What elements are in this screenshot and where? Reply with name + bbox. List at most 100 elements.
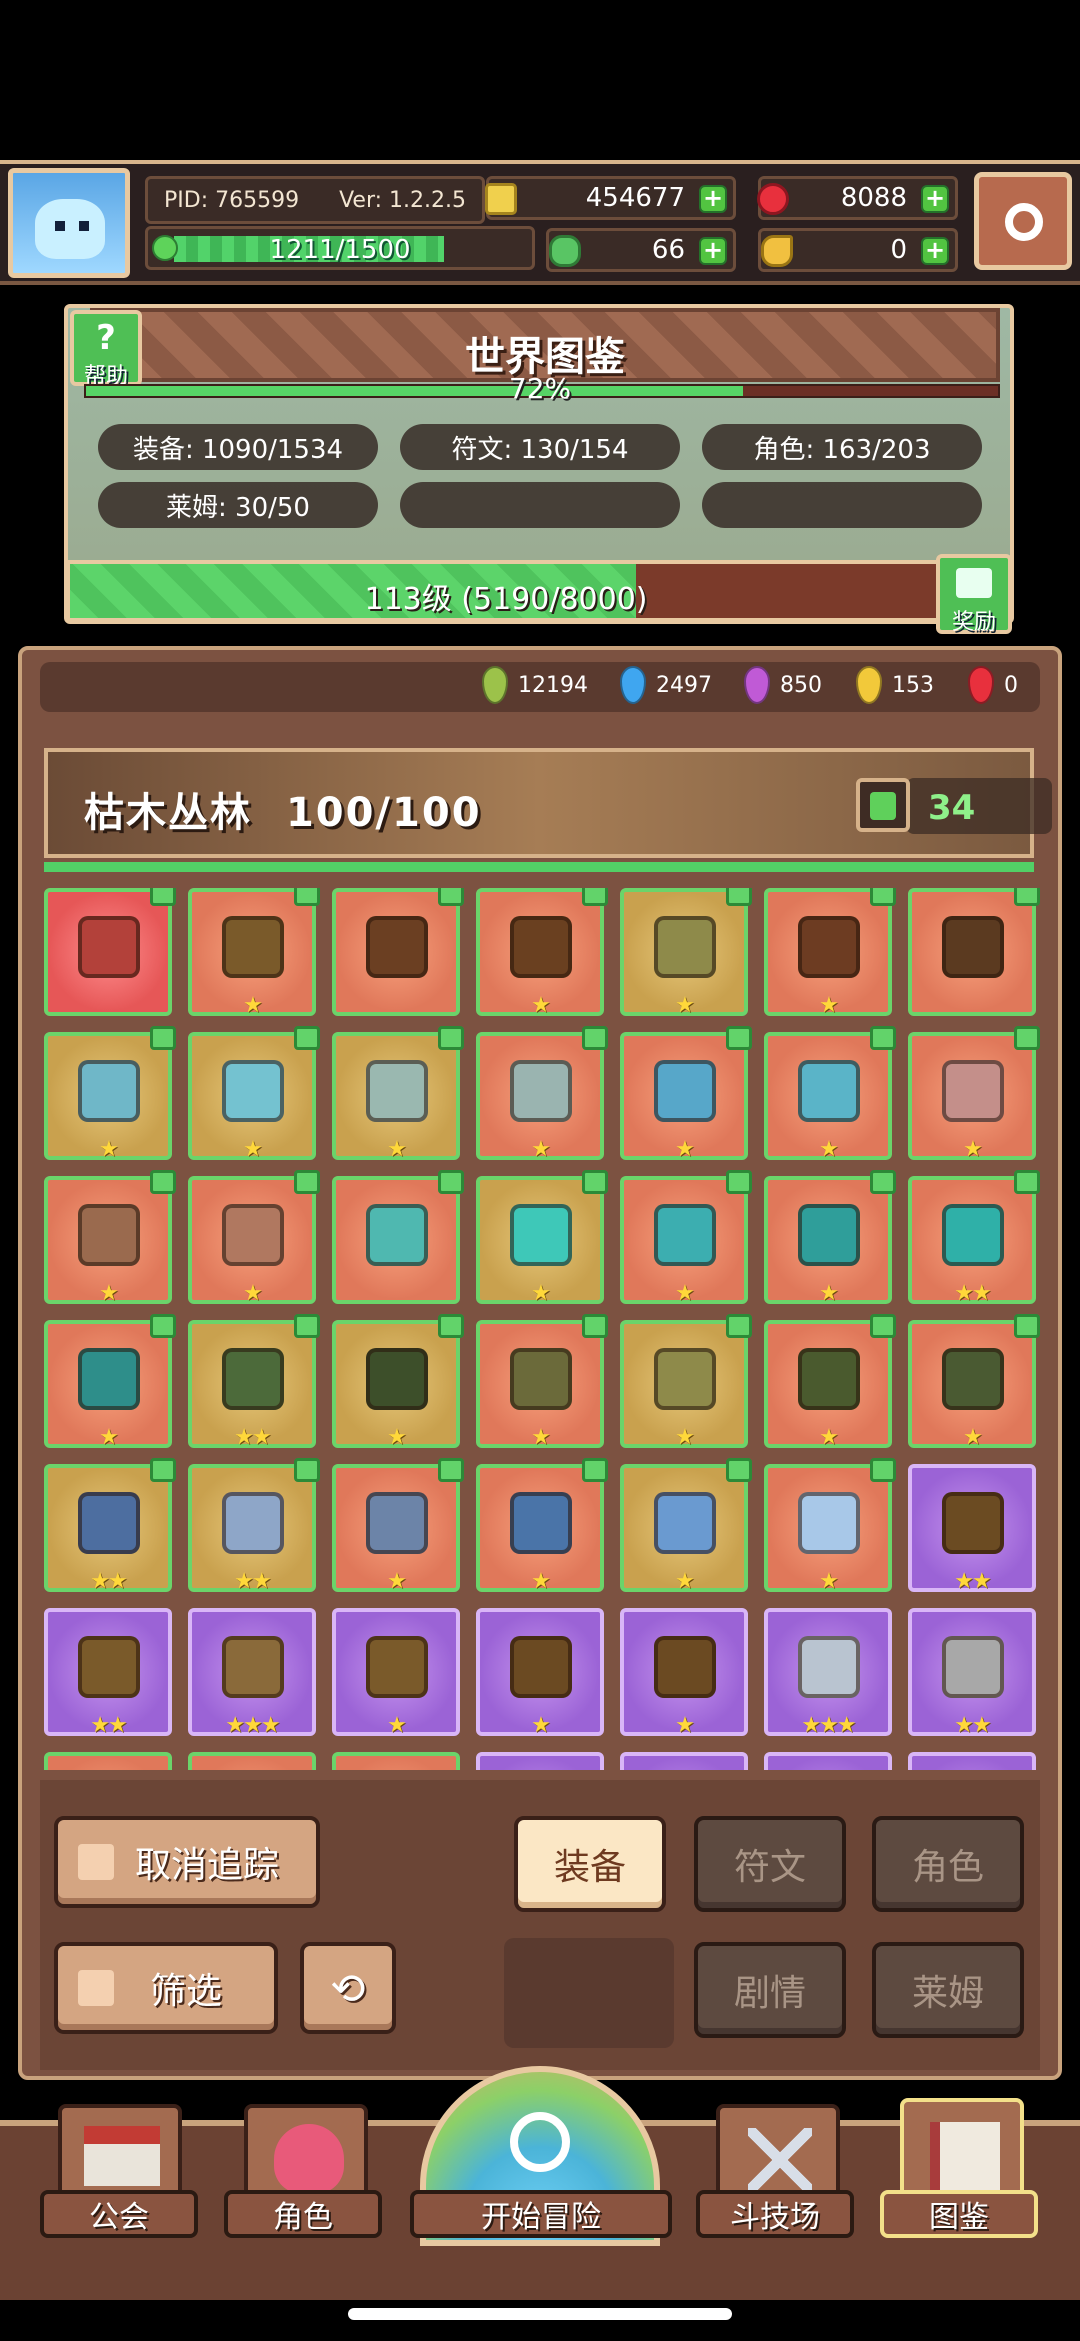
equipment-item-icon: [510, 1492, 572, 1554]
equipment-slot[interactable]: ★: [476, 1608, 604, 1738]
item-rarity-stars: ★: [819, 1425, 839, 1450]
item-rarity-stars: ★: [963, 1425, 983, 1450]
equipment-slot[interactable]: ★: [764, 1458, 896, 1594]
equipment-slot[interactable]: ★: [620, 1170, 752, 1306]
add-coins-button[interactable]: +: [699, 185, 727, 213]
tab-story[interactable]: 剧情: [694, 1942, 846, 2038]
status-bar: [0, 0, 1080, 160]
equipment-slot[interactable]: ★: [188, 1026, 320, 1162]
untrack-button[interactable]: 取消追踪: [54, 1816, 320, 1908]
gem-purple-value: 850: [780, 672, 822, 698]
equipment-slot[interactable]: ★: [332, 1026, 464, 1162]
tab-story-label: 剧情: [733, 1973, 806, 2014]
equipment-slot[interactable]: [188, 1752, 316, 1770]
refresh-icon: ⟲: [330, 1963, 366, 2013]
equipment-slot[interactable]: ★: [908, 1314, 1040, 1450]
player-avatar[interactable]: [8, 168, 130, 278]
equipment-item-icon: [798, 1636, 860, 1698]
settings-button[interactable]: [974, 172, 1072, 270]
equipment-slot[interactable]: ★★: [908, 1608, 1036, 1738]
ruby-counter: 8088 +: [757, 176, 958, 220]
equipment-slot[interactable]: [44, 1752, 172, 1770]
untrack-label: 取消追踪: [134, 1845, 279, 1886]
equipment-item-icon: [222, 1492, 284, 1554]
equipment-slot[interactable]: [620, 1752, 748, 1770]
equipment-item-icon: [222, 1348, 284, 1410]
filter-button[interactable]: 筛选: [54, 1942, 278, 2034]
equipment-slot[interactable]: [332, 1170, 464, 1304]
equipment-slot[interactable]: ★★★: [188, 1608, 316, 1738]
equipment-slot[interactable]: ★: [476, 1170, 608, 1306]
equipment-slot[interactable]: ★: [620, 1608, 748, 1738]
tracked-thumb-icon: [438, 1458, 464, 1482]
world-progress-percent: 72%: [508, 372, 572, 405]
runes-stat: 符文: 130/154: [400, 424, 680, 470]
reward-button[interactable]: 奖励: [936, 554, 1012, 635]
equipment-slot[interactable]: [476, 1752, 604, 1770]
equipment-slot[interactable]: ★: [764, 1170, 896, 1306]
equipment-item-icon: [222, 1060, 284, 1122]
tab-slimes[interactable]: 莱姆: [872, 1942, 1024, 2038]
codex-level-text: 113级 (5190/8000): [364, 582, 648, 617]
add-rubies-button[interactable]: +: [921, 185, 949, 213]
hand-icon: [761, 235, 793, 267]
nav-adventure-label[interactable]: 开始冒险: [410, 2190, 672, 2238]
item-rarity-stars: ★: [819, 1569, 839, 1594]
tracked-thumb-icon: [438, 1170, 464, 1194]
equipment-slot[interactable]: ★: [764, 1314, 896, 1450]
equipment-slot[interactable]: ★: [764, 888, 896, 1018]
equipment-slot[interactable]: ★: [332, 1458, 464, 1594]
equipment-slot[interactable]: ★: [332, 1608, 460, 1738]
avatar-face-icon: [35, 199, 105, 259]
equipment-slot[interactable]: ★: [188, 1170, 320, 1306]
equipment-slot[interactable]: [332, 1752, 460, 1770]
equipment-slot[interactable]: ★: [620, 1026, 752, 1162]
tab-equipment[interactable]: 装备: [514, 1816, 666, 1912]
equipment-slot[interactable]: [764, 1752, 892, 1770]
add-hands-button[interactable]: +: [921, 237, 949, 265]
reset-filter-button[interactable]: ⟲: [300, 1942, 396, 2034]
equipment-slot[interactable]: ★: [620, 1458, 752, 1594]
tab-characters[interactable]: 角色: [872, 1816, 1024, 1912]
gem-gold-value: 153: [892, 672, 934, 698]
empty-tab-slot: [504, 1938, 674, 2048]
nav-guild-label[interactable]: 公会: [40, 2190, 198, 2238]
nav-arena-label[interactable]: 斗技场: [696, 2190, 854, 2238]
equipment-slot[interactable]: ★: [908, 1026, 1040, 1162]
equipment-slot[interactable]: ★: [476, 1314, 608, 1450]
equipment-slot[interactable]: ★: [44, 1170, 176, 1306]
equipment-slot[interactable]: ★★: [908, 1464, 1036, 1594]
equipment-slot[interactable]: [44, 888, 176, 1016]
equipment-slot[interactable]: ★★★: [764, 1608, 892, 1738]
equipment-slot[interactable]: [908, 888, 1040, 1016]
equipment-slot[interactable]: ★★: [188, 1314, 320, 1450]
equipment-slot[interactable]: ★: [332, 1314, 464, 1450]
equipment-slot[interactable]: ★: [44, 1026, 176, 1162]
equipment-slot[interactable]: ★: [620, 888, 752, 1018]
equipment-slot[interactable]: ★: [764, 1026, 896, 1162]
equipment-slot[interactable]: ★: [476, 1458, 608, 1594]
equipment-slot[interactable]: ★: [188, 888, 320, 1018]
equipment-slot[interactable]: ★: [476, 888, 608, 1018]
red-gem-icon: [968, 666, 994, 704]
nav-character-label[interactable]: 角色: [224, 2190, 382, 2238]
add-clovers-button[interactable]: +: [699, 237, 727, 265]
equipment-slot[interactable]: [332, 888, 464, 1016]
equipment-slot[interactable]: ★: [476, 1026, 608, 1162]
zone-like-button[interactable]: [856, 778, 910, 832]
tracked-thumb-icon: [870, 1026, 896, 1050]
green-gem-icon: [482, 666, 508, 704]
equipment-slot[interactable]: ★★: [908, 1170, 1040, 1306]
equipment-slot[interactable]: [908, 1752, 1036, 1770]
empty-stat-slot: [702, 482, 982, 528]
item-rarity-stars: ★: [675, 1425, 695, 1450]
equipment-slot[interactable]: ★★: [44, 1458, 176, 1594]
equipment-slot[interactable]: ★: [44, 1314, 176, 1450]
equipment-item-icon: [654, 916, 716, 978]
tab-runes[interactable]: 符文: [694, 1816, 846, 1912]
equipment-item-icon: [654, 1636, 716, 1698]
equipment-slot[interactable]: ★★: [188, 1458, 320, 1594]
nav-codex-label[interactable]: 图鉴: [880, 2190, 1038, 2238]
equipment-slot[interactable]: ★★: [44, 1608, 172, 1738]
equipment-slot[interactable]: ★: [620, 1314, 752, 1450]
